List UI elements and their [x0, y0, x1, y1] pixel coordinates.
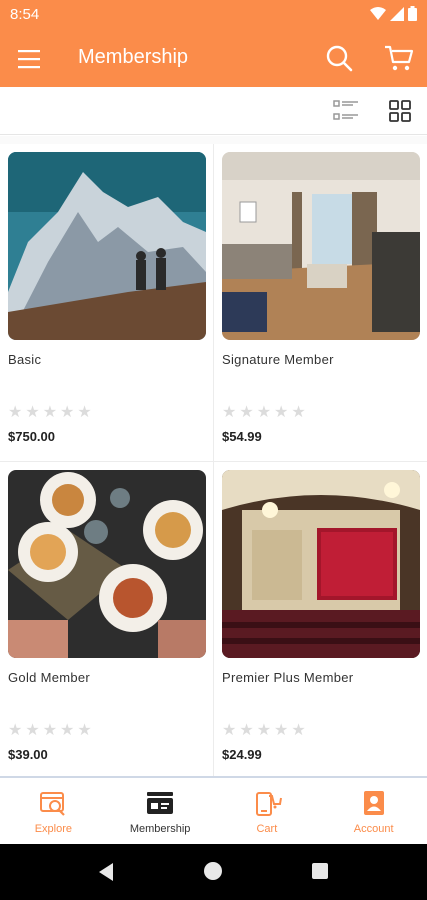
status-time: 8:54 — [10, 6, 40, 23]
nav-item-explore[interactable]: Explore — [0, 778, 107, 844]
product-image-living-room[interactable] — [222, 152, 420, 340]
status-icons — [370, 6, 417, 21]
membership-icon — [147, 792, 174, 814]
star-icon: ★ — [274, 402, 289, 421]
signal-icon — [390, 6, 404, 21]
grid-view-icon[interactable] — [388, 99, 412, 123]
wifi-icon — [370, 6, 386, 20]
rating-stars: ★ ★ ★ ★ ★ — [222, 404, 306, 420]
star-icon: ★ — [77, 720, 92, 739]
star-icon: ★ — [60, 402, 75, 421]
product-name[interactable]: Premier Plus Member — [222, 670, 353, 685]
bottom-navigation: Explore Membership Cart Account — [0, 776, 427, 844]
star-icon: ★ — [25, 402, 40, 421]
back-icon[interactable] — [97, 862, 115, 882]
system-nav-bar — [0, 844, 427, 900]
cart-icon — [255, 792, 282, 816]
nav-item-account[interactable]: Account — [320, 778, 427, 844]
star-icon: ★ — [291, 402, 306, 421]
nav-item-membership[interactable]: Membership — [107, 778, 214, 844]
menu-icon[interactable] — [16, 46, 44, 72]
account-icon — [363, 791, 384, 815]
product-name[interactable]: Gold Member — [8, 670, 90, 685]
product-price: $39.00 — [8, 747, 48, 762]
star-icon: ★ — [8, 402, 23, 421]
rating-stars: ★ ★ ★ ★ ★ — [222, 722, 306, 738]
product-grid-area: Basic ★ ★ ★ ★ ★ $750.00 Signature Member… — [0, 136, 427, 776]
product-card[interactable]: Signature Member ★ ★ ★ ★ ★ $54.99 — [214, 144, 427, 461]
star-icon: ★ — [274, 720, 289, 739]
rating-stars: ★ ★ ★ ★ ★ — [8, 722, 92, 738]
star-icon: ★ — [42, 720, 58, 739]
star-icon: ★ — [222, 402, 237, 421]
product-price: $750.00 — [8, 429, 55, 444]
product-card[interactable]: Premier Plus Member ★ ★ ★ ★ ★ $24.99 — [214, 462, 427, 776]
nav-label-membership: Membership — [129, 823, 191, 835]
list-view-icon[interactable] — [333, 99, 359, 123]
cart-icon[interactable] — [384, 44, 414, 72]
product-image-dining[interactable] — [8, 470, 206, 658]
nav-label-account: Account — [353, 823, 394, 835]
star-icon: ★ — [8, 720, 23, 739]
page-title: Membership — [78, 46, 189, 68]
product-price: $24.99 — [222, 747, 262, 762]
star-icon: ★ — [222, 720, 237, 739]
status-bar: 8:54 — [0, 0, 427, 30]
star-icon: ★ — [256, 402, 272, 421]
star-icon: ★ — [25, 720, 40, 739]
app-bar: Membership — [0, 30, 427, 87]
product-grid: Basic ★ ★ ★ ★ ★ $750.00 Signature Member… — [0, 144, 427, 776]
nav-item-cart[interactable]: Cart — [214, 778, 321, 844]
home-icon[interactable] — [204, 862, 222, 880]
nav-label-explore: Explore — [34, 823, 73, 835]
star-icon: ★ — [239, 720, 254, 739]
explore-icon — [40, 792, 66, 816]
nav-label-cart: Cart — [256, 823, 278, 835]
product-card[interactable]: Basic ★ ★ ★ ★ ★ $750.00 — [0, 144, 213, 461]
recent-apps-icon[interactable] — [312, 863, 328, 879]
product-name[interactable]: Basic — [8, 352, 41, 367]
product-name[interactable]: Signature Member — [222, 352, 334, 367]
star-icon: ★ — [42, 402, 58, 421]
product-image-theater[interactable] — [222, 470, 420, 658]
search-icon[interactable] — [325, 44, 353, 72]
product-price: $54.99 — [222, 429, 262, 444]
product-image-mountain[interactable] — [8, 152, 206, 340]
star-icon: ★ — [60, 720, 75, 739]
star-icon: ★ — [256, 720, 272, 739]
star-icon: ★ — [77, 402, 92, 421]
view-toggle-bar — [0, 87, 427, 135]
battery-icon — [408, 6, 417, 21]
rating-stars: ★ ★ ★ ★ ★ — [8, 404, 92, 420]
star-icon: ★ — [291, 720, 306, 739]
star-icon: ★ — [239, 402, 254, 421]
product-card[interactable]: Gold Member ★ ★ ★ ★ ★ $39.00 — [0, 462, 213, 776]
